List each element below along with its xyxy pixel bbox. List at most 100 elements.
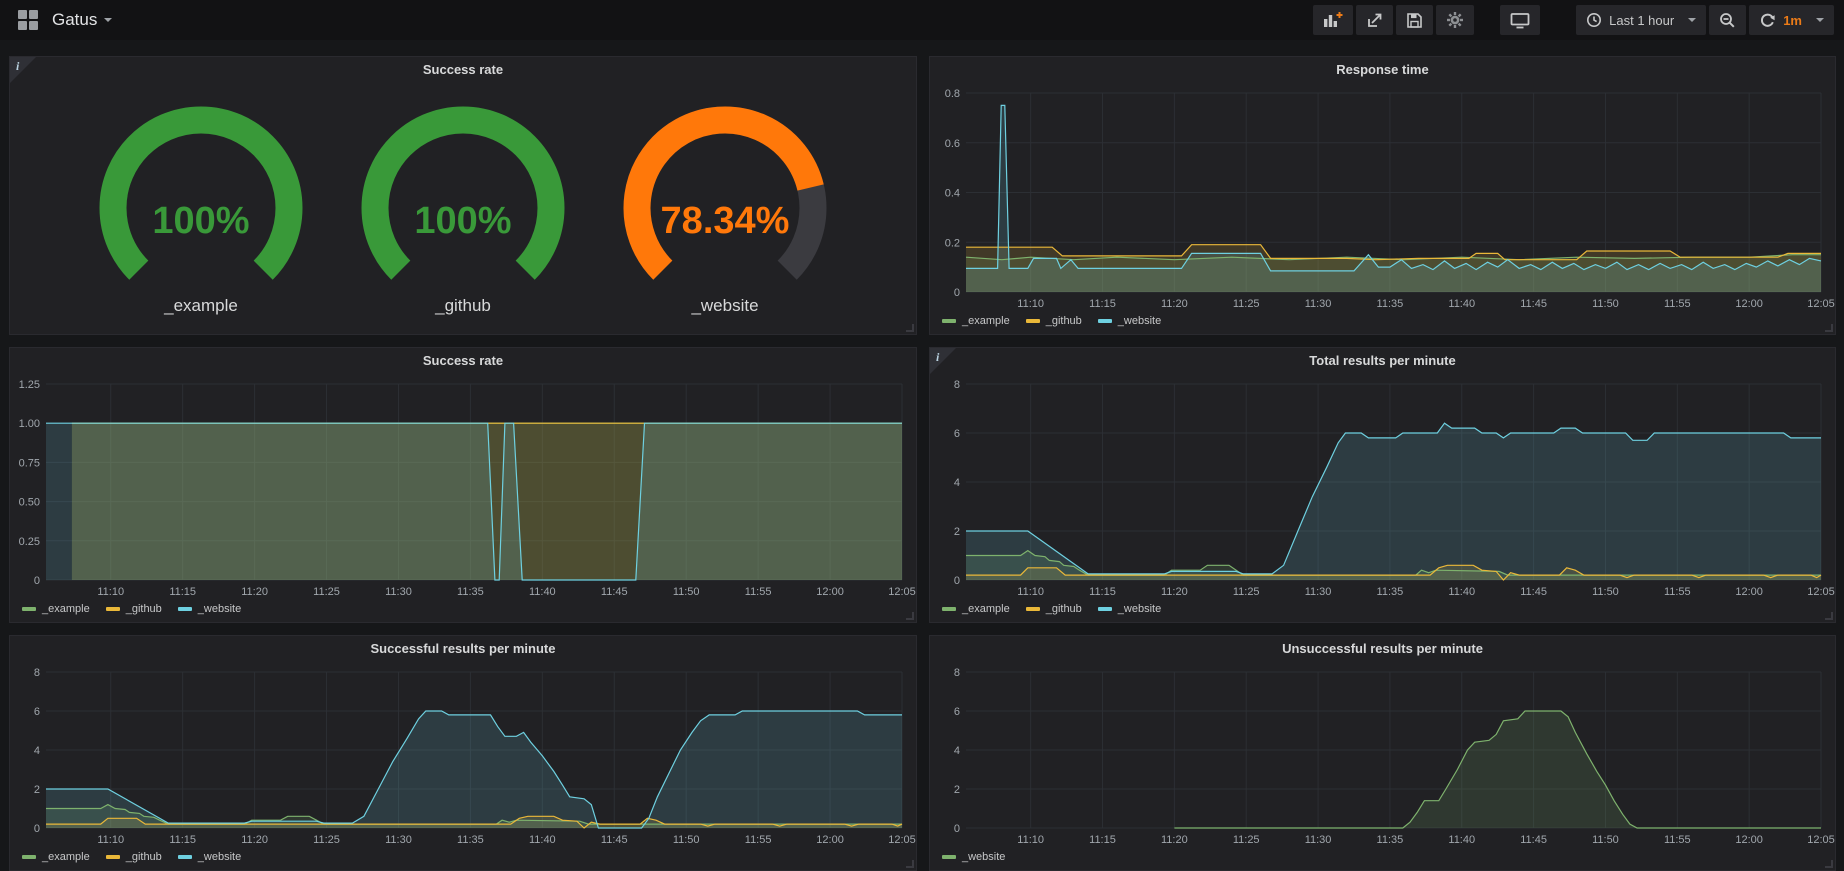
gauge-label: _example	[164, 296, 238, 316]
panel-title[interactable]: Success rate	[10, 57, 916, 83]
response-time-chart[interactable]: 00.20.40.60.811:1011:1511:2011:2511:3011…	[930, 83, 1835, 312]
legend-color-swatch	[178, 607, 192, 611]
svg-text:12:00: 12:00	[816, 586, 844, 598]
zoom-out-button[interactable]	[1709, 5, 1746, 35]
svg-text:11:20: 11:20	[1161, 298, 1188, 310]
panel-response-time: Response time 00.20.40.60.811:1011:1511:…	[929, 56, 1836, 335]
svg-text:0.50: 0.50	[19, 497, 40, 509]
legend-label: _example	[962, 315, 1010, 327]
gauge-value: 100%	[152, 200, 249, 242]
svg-text:12:00: 12:00	[1735, 586, 1763, 598]
svg-text:6: 6	[954, 706, 960, 718]
dashboard-title[interactable]: Gatus	[52, 10, 97, 30]
resize-handle[interactable]	[906, 612, 914, 620]
legend-item-github[interactable]: _github	[1026, 315, 1082, 327]
panel-title[interactable]: Unsuccessful results per minute	[930, 636, 1835, 662]
gauge-arc: 100%	[338, 102, 588, 294]
svg-text:0.25: 0.25	[19, 536, 40, 548]
panel-title[interactable]: Response time	[930, 57, 1835, 83]
gauge-website: 78.34% _website	[600, 102, 850, 316]
resize-handle[interactable]	[1825, 324, 1833, 332]
legend-color-swatch	[106, 855, 120, 859]
success-rate-chart[interactable]: 00.250.500.751.001.2511:1011:1511:2011:2…	[10, 374, 916, 600]
panel-title[interactable]: Successful results per minute	[10, 636, 916, 662]
legend-item-website[interactable]: _website	[1098, 603, 1161, 615]
legend-color-swatch	[1098, 319, 1112, 323]
panel-info-corner[interactable]	[930, 348, 956, 374]
svg-text:0.8: 0.8	[945, 88, 960, 100]
svg-text:11:20: 11:20	[241, 834, 268, 846]
gauge-github: 100% _github	[338, 102, 588, 316]
legend-item-github[interactable]: _github	[106, 851, 162, 863]
svg-text:11:20: 11:20	[241, 586, 268, 598]
refresh-button[interactable]: 1m	[1749, 5, 1834, 35]
dashboard-switcher[interactable]: Gatus	[10, 10, 112, 30]
chart-legend: _example _github _website	[930, 600, 1835, 622]
resize-handle[interactable]	[906, 860, 914, 868]
svg-text:1.25: 1.25	[19, 379, 40, 391]
svg-text:11:45: 11:45	[1520, 834, 1547, 846]
zoom-out-icon	[1719, 12, 1736, 29]
resize-handle[interactable]	[1825, 612, 1833, 620]
grafana-dashboards-icon[interactable]	[18, 10, 38, 30]
share-button[interactable]	[1356, 5, 1393, 35]
legend-color-swatch	[1098, 607, 1112, 611]
top-navbar: Gatus	[0, 0, 1844, 40]
svg-text:12:05: 12:05	[888, 586, 916, 598]
svg-text:11:35: 11:35	[457, 586, 484, 598]
svg-text:0.4: 0.4	[945, 188, 960, 200]
panel-actions-group	[1313, 5, 1474, 35]
svg-text:8: 8	[954, 667, 960, 679]
svg-text:11:40: 11:40	[529, 586, 556, 598]
legend-item-example[interactable]: _example	[22, 851, 90, 863]
legend-item-website[interactable]: _website	[178, 603, 241, 615]
panel-title[interactable]: Total results per minute	[930, 348, 1835, 374]
total-results-chart[interactable]: 0246811:1011:1511:2011:2511:3011:3511:40…	[930, 374, 1835, 600]
legend-label: _github	[1046, 603, 1082, 615]
panel-title[interactable]: Success rate	[10, 348, 916, 374]
legend-color-swatch	[1026, 319, 1040, 323]
svg-text:0.2: 0.2	[945, 237, 960, 249]
legend-color-swatch	[1026, 607, 1040, 611]
svg-text:11:50: 11:50	[1592, 298, 1619, 310]
legend-item-example[interactable]: _example	[942, 603, 1010, 615]
add-panel-button[interactable]	[1313, 5, 1353, 35]
legend-color-swatch	[942, 607, 956, 611]
resize-handle[interactable]	[1825, 860, 1833, 868]
tv-mode-button[interactable]	[1500, 5, 1540, 35]
svg-text:11:50: 11:50	[673, 834, 700, 846]
svg-text:4: 4	[954, 477, 960, 489]
legend-item-website[interactable]: _website	[1098, 315, 1161, 327]
gauge-value: 78.34%	[661, 200, 790, 242]
svg-text:0: 0	[954, 823, 960, 835]
svg-text:12:05: 12:05	[1807, 834, 1835, 846]
gauge-label: _github	[435, 296, 491, 316]
legend-item-example[interactable]: _example	[942, 315, 1010, 327]
time-range-picker[interactable]: Last 1 hour	[1576, 5, 1706, 35]
resize-handle[interactable]	[906, 324, 914, 332]
legend-item-website[interactable]: _website	[942, 851, 1005, 863]
svg-text:11:40: 11:40	[1448, 834, 1475, 846]
successful-results-chart[interactable]: 0246811:1011:1511:2011:2511:3011:3511:40…	[10, 662, 916, 848]
svg-text:11:30: 11:30	[385, 586, 412, 598]
legend-item-example[interactable]: _example	[22, 603, 90, 615]
svg-text:11:55: 11:55	[1664, 586, 1691, 598]
svg-text:11:35: 11:35	[1377, 298, 1404, 310]
legend-label: _website	[198, 851, 241, 863]
panel-info-corner[interactable]	[10, 57, 36, 83]
chart-legend: _example _github _website	[930, 312, 1835, 334]
svg-text:11:50: 11:50	[1592, 586, 1619, 598]
save-button[interactable]	[1396, 5, 1433, 35]
svg-text:12:00: 12:00	[1735, 298, 1763, 310]
legend-label: _github	[126, 603, 162, 615]
legend-item-github[interactable]: _github	[106, 603, 162, 615]
svg-text:8: 8	[954, 379, 960, 391]
svg-text:11:40: 11:40	[1448, 298, 1475, 310]
legend-color-swatch	[22, 607, 36, 611]
settings-button[interactable]	[1436, 5, 1474, 35]
svg-text:11:40: 11:40	[529, 834, 556, 846]
legend-item-github[interactable]: _github	[1026, 603, 1082, 615]
legend-item-website[interactable]: _website	[178, 851, 241, 863]
unsuccessful-results-chart[interactable]: 0246811:1011:1511:2011:2511:3011:3511:40…	[930, 662, 1835, 848]
chart-legend: _example _github _website	[10, 600, 916, 622]
